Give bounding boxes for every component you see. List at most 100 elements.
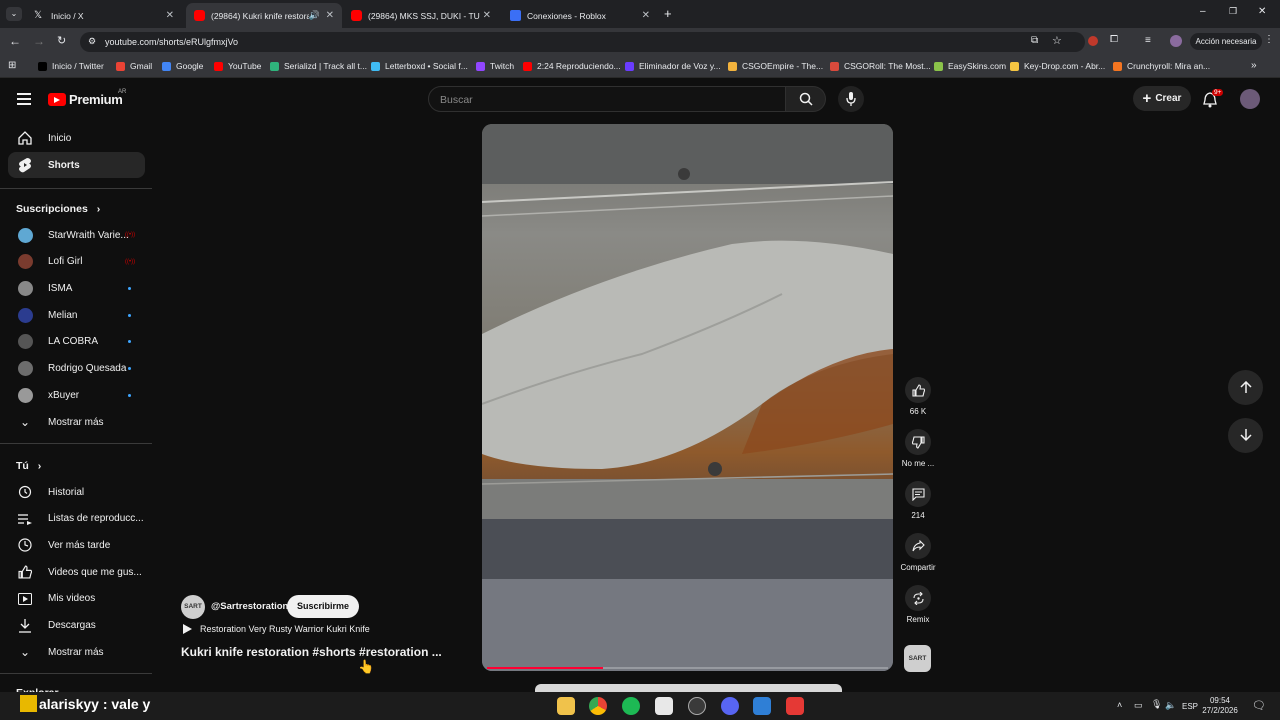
account-avatar[interactable] — [1240, 89, 1260, 109]
bookmark-item[interactable]: Gmail — [116, 61, 152, 71]
restore-button[interactable]: ❐ — [1229, 6, 1237, 17]
tray-mic-icon[interactable]: 🎙 — [1151, 699, 1162, 710]
minimize-button[interactable]: – — [1200, 6, 1206, 17]
sidebar-item-you[interactable]: Videos que me gus... — [8, 559, 145, 585]
menu-icon[interactable]: ⋮ — [1264, 34, 1274, 45]
bookmark-item[interactable]: YouTube — [214, 61, 261, 71]
bookmark-item[interactable]: CSGOEmpire - The... — [728, 61, 823, 71]
close-icon[interactable]: ✕ — [483, 10, 491, 21]
tray-display-icon[interactable]: ▭ — [1134, 700, 1143, 711]
notification-center-icon[interactable]: 🗨 — [1252, 699, 1266, 712]
sidebar-item-you[interactable]: Listas de reproducc... — [8, 506, 145, 532]
hamburger-icon[interactable] — [17, 93, 31, 105]
comments-button[interactable]: 214 — [898, 481, 938, 520]
install-icon[interactable]: ⧉ — [1031, 35, 1038, 46]
sidebar-item-shorts[interactable]: Shorts — [8, 152, 145, 178]
site-info-icon[interactable]: ⚙ — [88, 36, 96, 47]
extensions-icon[interactable]: ⧠ — [1110, 34, 1118, 45]
channel-avatar[interactable]: SART — [181, 595, 205, 619]
action-needed-button[interactable]: Acción necesaria — [1190, 33, 1262, 50]
obs-icon[interactable] — [688, 697, 706, 715]
sidebar-subscription-item[interactable]: LA COBRA — [8, 329, 145, 355]
profile-avatar[interactable] — [1170, 35, 1182, 47]
tray-volume-icon[interactable]: 🔈 — [1165, 700, 1176, 711]
sidebar-item-you[interactable]: Historial — [8, 479, 145, 505]
subscribe-button[interactable]: Suscribirme — [287, 595, 359, 618]
bookmark-item[interactable]: Serializd | Track all t... — [270, 61, 367, 71]
media-icon[interactable]: ≡ — [1145, 35, 1151, 46]
yt-premium-logo[interactable]: Premium — [48, 92, 123, 107]
notepad-icon[interactable] — [655, 697, 673, 715]
sidebar-item-you[interactable]: Mis videos — [8, 586, 145, 612]
tab-roblox[interactable]: Conexiones - Roblox ✕ — [502, 3, 658, 28]
bookmark-item[interactable]: EasySkins.com — [934, 61, 1006, 71]
sidebar-item-you[interactable]: Ver más tarde — [8, 532, 145, 558]
close-icon[interactable]: ✕ — [326, 10, 334, 21]
bookmark-item[interactable]: Google — [162, 61, 203, 71]
like-button[interactable]: 66 K — [898, 377, 938, 416]
sidebar-subscription-item[interactable]: ISMA — [8, 275, 145, 301]
streaming-app-icon[interactable] — [786, 697, 804, 715]
forward-icon[interactable]: → — [33, 34, 45, 48]
previous-short-button[interactable] — [1228, 370, 1263, 405]
chrome-icon[interactable] — [589, 697, 607, 715]
search-input[interactable]: Buscar — [428, 86, 786, 112]
language-indicator[interactable]: ESP — [1182, 702, 1198, 711]
bookmark-item[interactable]: 2:24 Reproduciendo... — [523, 61, 621, 71]
sound-channel-avatar[interactable]: SART — [904, 645, 931, 672]
store-icon[interactable] — [753, 697, 771, 715]
progress-bar-track[interactable] — [487, 667, 888, 669]
channel-name[interactable]: @Sartrestoration — [211, 601, 288, 612]
speaker-icon[interactable]: 🔊 — [309, 10, 320, 21]
close-icon[interactable]: ✕ — [642, 10, 650, 21]
tab-inicio-x[interactable]: 𝕏 Inicio / X ✕ — [26, 3, 182, 28]
notifications-button[interactable]: 9+ — [1203, 89, 1224, 108]
bookmark-item[interactable]: Crunchyroll: Mira an... — [1113, 61, 1210, 71]
dislike-button[interactable]: No me ... — [898, 429, 938, 468]
playlist-link[interactable]: Restoration Very Rusty Warrior Kukri Kni… — [183, 624, 370, 634]
bookmark-item[interactable]: Inicio / Twitter — [38, 61, 104, 71]
bookmark-item[interactable]: Letterboxd • Social f... — [371, 61, 468, 71]
sidebar-item-you[interactable]: Descargas — [8, 613, 145, 639]
close-window-button[interactable]: ✕ — [1258, 6, 1266, 17]
sidebar-subscription-item[interactable]: Melian — [8, 302, 145, 328]
next-short-button[interactable] — [1228, 418, 1263, 453]
star-icon[interactable]: ☆ — [1052, 34, 1062, 47]
spotify-icon[interactable] — [622, 697, 640, 715]
sidebar-item-inicio[interactable]: Inicio — [8, 125, 145, 151]
share-button[interactable]: Compartir — [898, 533, 938, 572]
more-bookmarks-icon[interactable]: » — [1251, 60, 1257, 71]
bookmark-label: Twitch — [490, 61, 515, 71]
new-tab-button[interactable]: + — [664, 6, 672, 21]
voice-search-button[interactable] — [838, 86, 864, 112]
extension-red-icon[interactable] — [1088, 36, 1098, 46]
tray-chevron-icon[interactable]: ˄ — [1117, 700, 1122, 710]
back-icon[interactable]: ← — [9, 34, 21, 48]
sidebar-subscription-item[interactable]: Rodrigo Quesada — [8, 356, 145, 382]
apps-icon[interactable]: ⊞ — [8, 60, 16, 71]
tab-kukri[interactable]: (29864) Kukri knife restoratio 🔊 ✕ — [186, 3, 342, 28]
bookmark-item[interactable]: Twitch — [476, 61, 514, 71]
short-video[interactable] — [482, 124, 893, 671]
tab-mks[interactable]: (29864) MKS SSJ, DUKI - TU SI... ✕ — [343, 3, 499, 28]
sidebar-subscription-item[interactable]: Lofi Girl ((•)) — [8, 249, 145, 275]
short-title[interactable]: Kukri knife restoration #shorts #restora… — [181, 645, 442, 659]
remix-button[interactable]: Remix — [898, 585, 938, 624]
subscriptions-header[interactable]: Suscripciones › — [16, 203, 100, 215]
sidebar-subscription-item[interactable]: StarWraith Varie... ((•)) — [8, 222, 145, 248]
close-icon[interactable]: ✕ — [166, 10, 174, 21]
bookmark-item[interactable]: Eliminador de Voz y... — [625, 61, 721, 71]
sidebar-show-more[interactable]: ⌄ Mostrar más — [8, 409, 145, 435]
discord-icon[interactable] — [721, 697, 739, 715]
create-button[interactable]: + Crear — [1133, 86, 1191, 111]
tab-search-button[interactable]: ⌄ — [6, 7, 22, 21]
bookmark-item[interactable]: Key-Drop.com - Abr... — [1010, 61, 1105, 71]
sidebar-show-more-2[interactable]: ⌄ Mostrar más — [8, 639, 145, 665]
reload-icon[interactable]: ↻ — [57, 34, 66, 47]
file-explorer-icon[interactable] — [557, 697, 575, 715]
clock[interactable]: 09:54 27/2/2026 — [1202, 696, 1238, 716]
search-button[interactable] — [786, 86, 826, 112]
you-header[interactable]: Tú › — [16, 460, 41, 472]
sidebar-subscription-item[interactable]: xBuyer — [8, 382, 145, 408]
bookmark-item[interactable]: CSGORoll: The Most... — [830, 61, 931, 71]
